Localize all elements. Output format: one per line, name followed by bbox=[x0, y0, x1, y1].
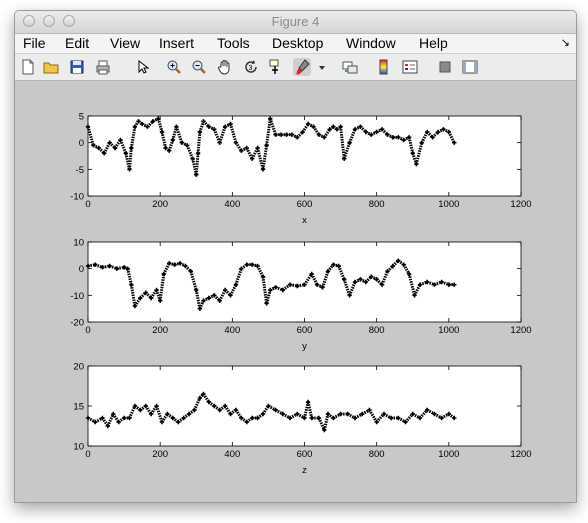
zoom-in-icon[interactable] bbox=[165, 58, 183, 76]
x-axis-label: x bbox=[302, 215, 307, 226]
menu-insert[interactable]: Insert bbox=[159, 35, 194, 51]
x-tick-label: 0 bbox=[85, 449, 90, 460]
figure-toolbar: 3 bbox=[15, 54, 576, 81]
y-tick-label: -5 bbox=[76, 165, 84, 176]
y-tick-label: 10 bbox=[73, 238, 84, 249]
brush-dropdown-icon[interactable] bbox=[313, 58, 325, 76]
insert-legend-icon[interactable] bbox=[401, 58, 419, 76]
menu-tools[interactable]: Tools bbox=[217, 35, 250, 51]
data-point-run bbox=[194, 153, 200, 175]
x-tick-label: 0 bbox=[85, 325, 90, 336]
x-tick-label: 0 bbox=[85, 199, 90, 210]
x-tick-label: 200 bbox=[152, 449, 168, 460]
plot-area: 0 200 400 600 800 1000 1200 -10 -5 0 5 x 0 200 400 600 8… bbox=[15, 81, 576, 502]
x-tick-label: 800 bbox=[369, 199, 385, 210]
menu-view[interactable]: View bbox=[110, 35, 140, 51]
menu-window[interactable]: Window bbox=[346, 35, 396, 51]
x-tick-label: 1200 bbox=[510, 199, 531, 210]
y-tick-label: 10 bbox=[73, 442, 84, 453]
y-tick-label: -10 bbox=[70, 291, 84, 302]
x-tick-label: 1200 bbox=[510, 325, 531, 336]
menu-edit[interactable]: Edit bbox=[65, 35, 89, 51]
menu-desktop[interactable]: Desktop bbox=[272, 35, 323, 51]
insert-colorbar-icon[interactable] bbox=[375, 58, 393, 76]
y-tick-label: 15 bbox=[73, 402, 84, 413]
figure-window: Figure 4 File Edit View Insert Tools Des… bbox=[14, 10, 577, 503]
x-tick-label: 1000 bbox=[438, 449, 459, 460]
menu-help[interactable]: Help bbox=[419, 35, 448, 51]
x-tick-label: 800 bbox=[369, 325, 385, 336]
axes-box bbox=[87, 365, 522, 447]
x-tick-label: 600 bbox=[297, 199, 313, 210]
rotate-3d-icon[interactable]: 3 bbox=[242, 58, 260, 76]
menu-file[interactable]: File bbox=[23, 35, 46, 51]
save-icon[interactable] bbox=[68, 58, 86, 76]
title-bar[interactable]: Figure 4 bbox=[15, 11, 576, 34]
y-tick-label: 20 bbox=[73, 362, 84, 373]
brush-icon[interactable] bbox=[293, 58, 311, 76]
dock-arrow-icon[interactable]: ↘ bbox=[561, 36, 570, 49]
y-tick-label: 0 bbox=[79, 264, 84, 275]
x-tick-label: 400 bbox=[224, 449, 240, 460]
axes-box bbox=[87, 241, 522, 323]
window-title: Figure 4 bbox=[271, 14, 320, 29]
x-tick-label: 1000 bbox=[438, 325, 459, 336]
x-tick-label: 1200 bbox=[510, 449, 531, 460]
x-tick-label: 1000 bbox=[438, 199, 459, 210]
data-cursor-icon[interactable] bbox=[268, 58, 286, 76]
x-axis-label: z bbox=[302, 465, 307, 476]
new-figure-icon[interactable] bbox=[19, 58, 37, 76]
hide-plot-tools-icon[interactable] bbox=[436, 58, 454, 76]
pan-hand-icon[interactable] bbox=[216, 58, 234, 76]
print-icon[interactable] bbox=[94, 58, 112, 76]
svg-text:3: 3 bbox=[249, 65, 253, 72]
open-file-icon[interactable] bbox=[42, 58, 60, 76]
x-axis-label: y bbox=[302, 341, 307, 352]
y-tick-label: 5 bbox=[79, 112, 84, 123]
edit-plot-arrow-icon[interactable] bbox=[133, 58, 151, 76]
x-tick-label: 600 bbox=[297, 449, 313, 460]
menu-bar: File Edit View Insert Tools Desktop Wind… bbox=[15, 34, 576, 54]
figure-canvas: 0 200 400 600 800 1000 1200-10-505x0 200 400 600 8… bbox=[70, 112, 531, 477]
y-tick-label: -10 bbox=[70, 192, 84, 203]
x-tick-label: 200 bbox=[152, 325, 168, 336]
data-point-run bbox=[196, 131, 202, 154]
y-tick-label: 0 bbox=[79, 138, 84, 149]
x-tick-label: 200 bbox=[152, 199, 168, 210]
x-tick-label: 600 bbox=[297, 325, 313, 336]
show-plot-tools-icon[interactable] bbox=[461, 58, 479, 76]
x-tick-label: 400 bbox=[224, 199, 240, 210]
x-tick-label: 400 bbox=[224, 325, 240, 336]
link-plot-icon[interactable] bbox=[341, 58, 359, 76]
data-point-run bbox=[128, 147, 133, 170]
zoom-out-icon[interactable] bbox=[190, 58, 208, 76]
axes-box bbox=[87, 115, 522, 197]
x-tick-label: 800 bbox=[369, 449, 385, 460]
y-tick-label: -20 bbox=[70, 318, 84, 329]
